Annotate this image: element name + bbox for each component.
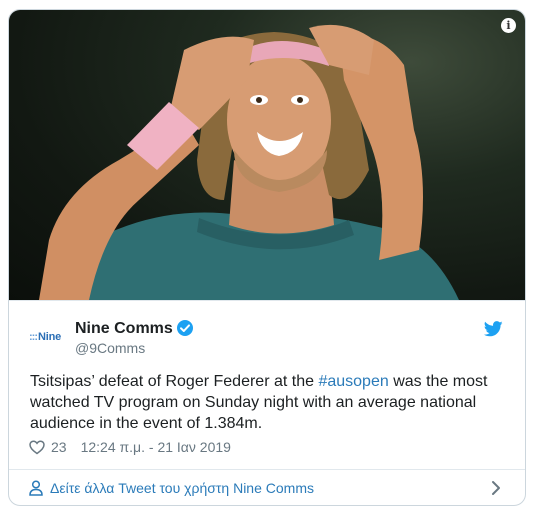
tweet-photo[interactable]: i xyxy=(9,10,525,300)
more-tweets-link[interactable]: Δείτε άλλα Tweet του χρήστη Nine Comms xyxy=(9,470,525,505)
author-handle[interactable]: @9Comms xyxy=(75,340,145,356)
divider xyxy=(9,300,525,301)
chevron-right-icon[interactable] xyxy=(491,480,501,496)
hashtag-link[interactable]: #ausopen xyxy=(318,373,388,390)
tweet-text: Tsitsipas’ defeat of Roger Federer at th… xyxy=(30,371,515,434)
user-icon xyxy=(29,479,43,496)
logo-text: Nine xyxy=(38,331,62,343)
embedded-tweet-card: i :::Nine Nine Comms @9Comms Tsitsipas’ … xyxy=(8,9,526,506)
author-name[interactable]: Nine Comms xyxy=(75,320,173,338)
tweet-meta: 23 12:24 π.μ. - 21 Ιαν 2019 xyxy=(29,438,231,456)
author-avatar-logo[interactable]: :::Nine xyxy=(29,331,61,343)
info-icon[interactable]: i xyxy=(501,18,516,33)
more-tweets-label[interactable]: Δείτε άλλα Tweet του χρήστη Nine Comms xyxy=(50,480,314,496)
like-count[interactable]: 23 xyxy=(51,439,67,455)
timestamp[interactable]: 12:24 π.μ. - 21 Ιαν 2019 xyxy=(81,439,231,455)
twitter-bird-icon[interactable] xyxy=(484,321,503,337)
verified-badge-icon xyxy=(177,320,193,336)
tweet-text-part: Tsitsipas’ defeat of Roger Federer at th… xyxy=(30,373,319,390)
heart-icon[interactable] xyxy=(29,439,45,455)
